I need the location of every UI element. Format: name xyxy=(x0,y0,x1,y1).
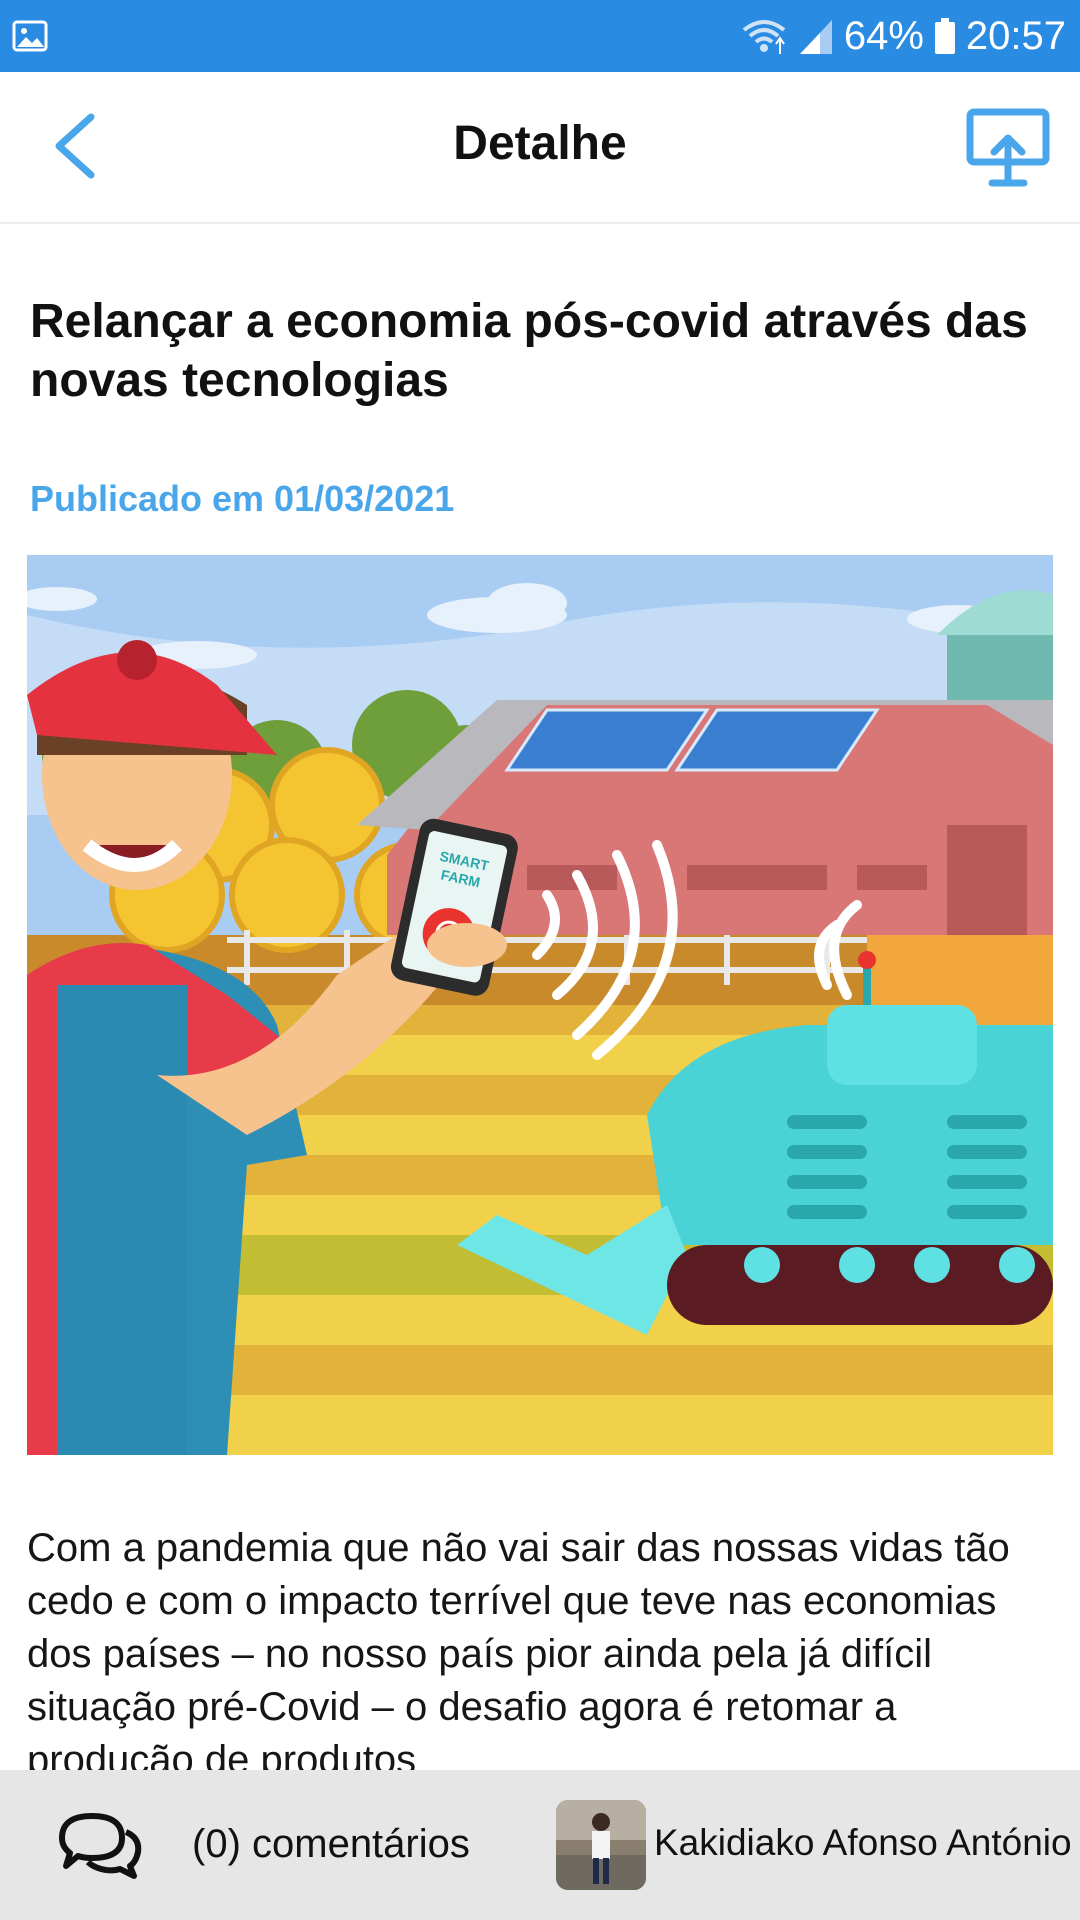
app-bar: Detalhe xyxy=(0,72,1080,224)
bottom-bar: (0) comentários Kakidiako Afonso António xyxy=(0,1770,1080,1920)
article-title: Relançar a economia pós-covid através da… xyxy=(30,295,1028,407)
battery-icon xyxy=(934,16,956,56)
article-image: SMART FARM xyxy=(27,555,1053,1455)
article-body: Com a pandemia que não vai sair das noss… xyxy=(27,1526,1010,1772)
battery-percent: 64% xyxy=(843,13,924,58)
share-button[interactable] xyxy=(966,108,1050,188)
chat-bubbles-icon[interactable] xyxy=(56,1810,144,1880)
page-title: Detalhe xyxy=(453,117,627,170)
publish-date: Publicado em 01/03/2021 xyxy=(30,478,455,519)
wifi-icon xyxy=(740,16,788,56)
gallery-icon xyxy=(12,18,48,54)
comments-count-button[interactable]: (0) comentários xyxy=(192,1822,470,1867)
author-name[interactable]: Kakidiako Afonso António xyxy=(654,1822,1072,1864)
signal-icon xyxy=(798,16,834,56)
status-bar: 64% 20:57 xyxy=(0,0,1080,72)
clock: 20:57 xyxy=(965,13,1066,58)
author-avatar[interactable] xyxy=(556,1800,646,1890)
share-screen-icon xyxy=(966,108,1050,192)
